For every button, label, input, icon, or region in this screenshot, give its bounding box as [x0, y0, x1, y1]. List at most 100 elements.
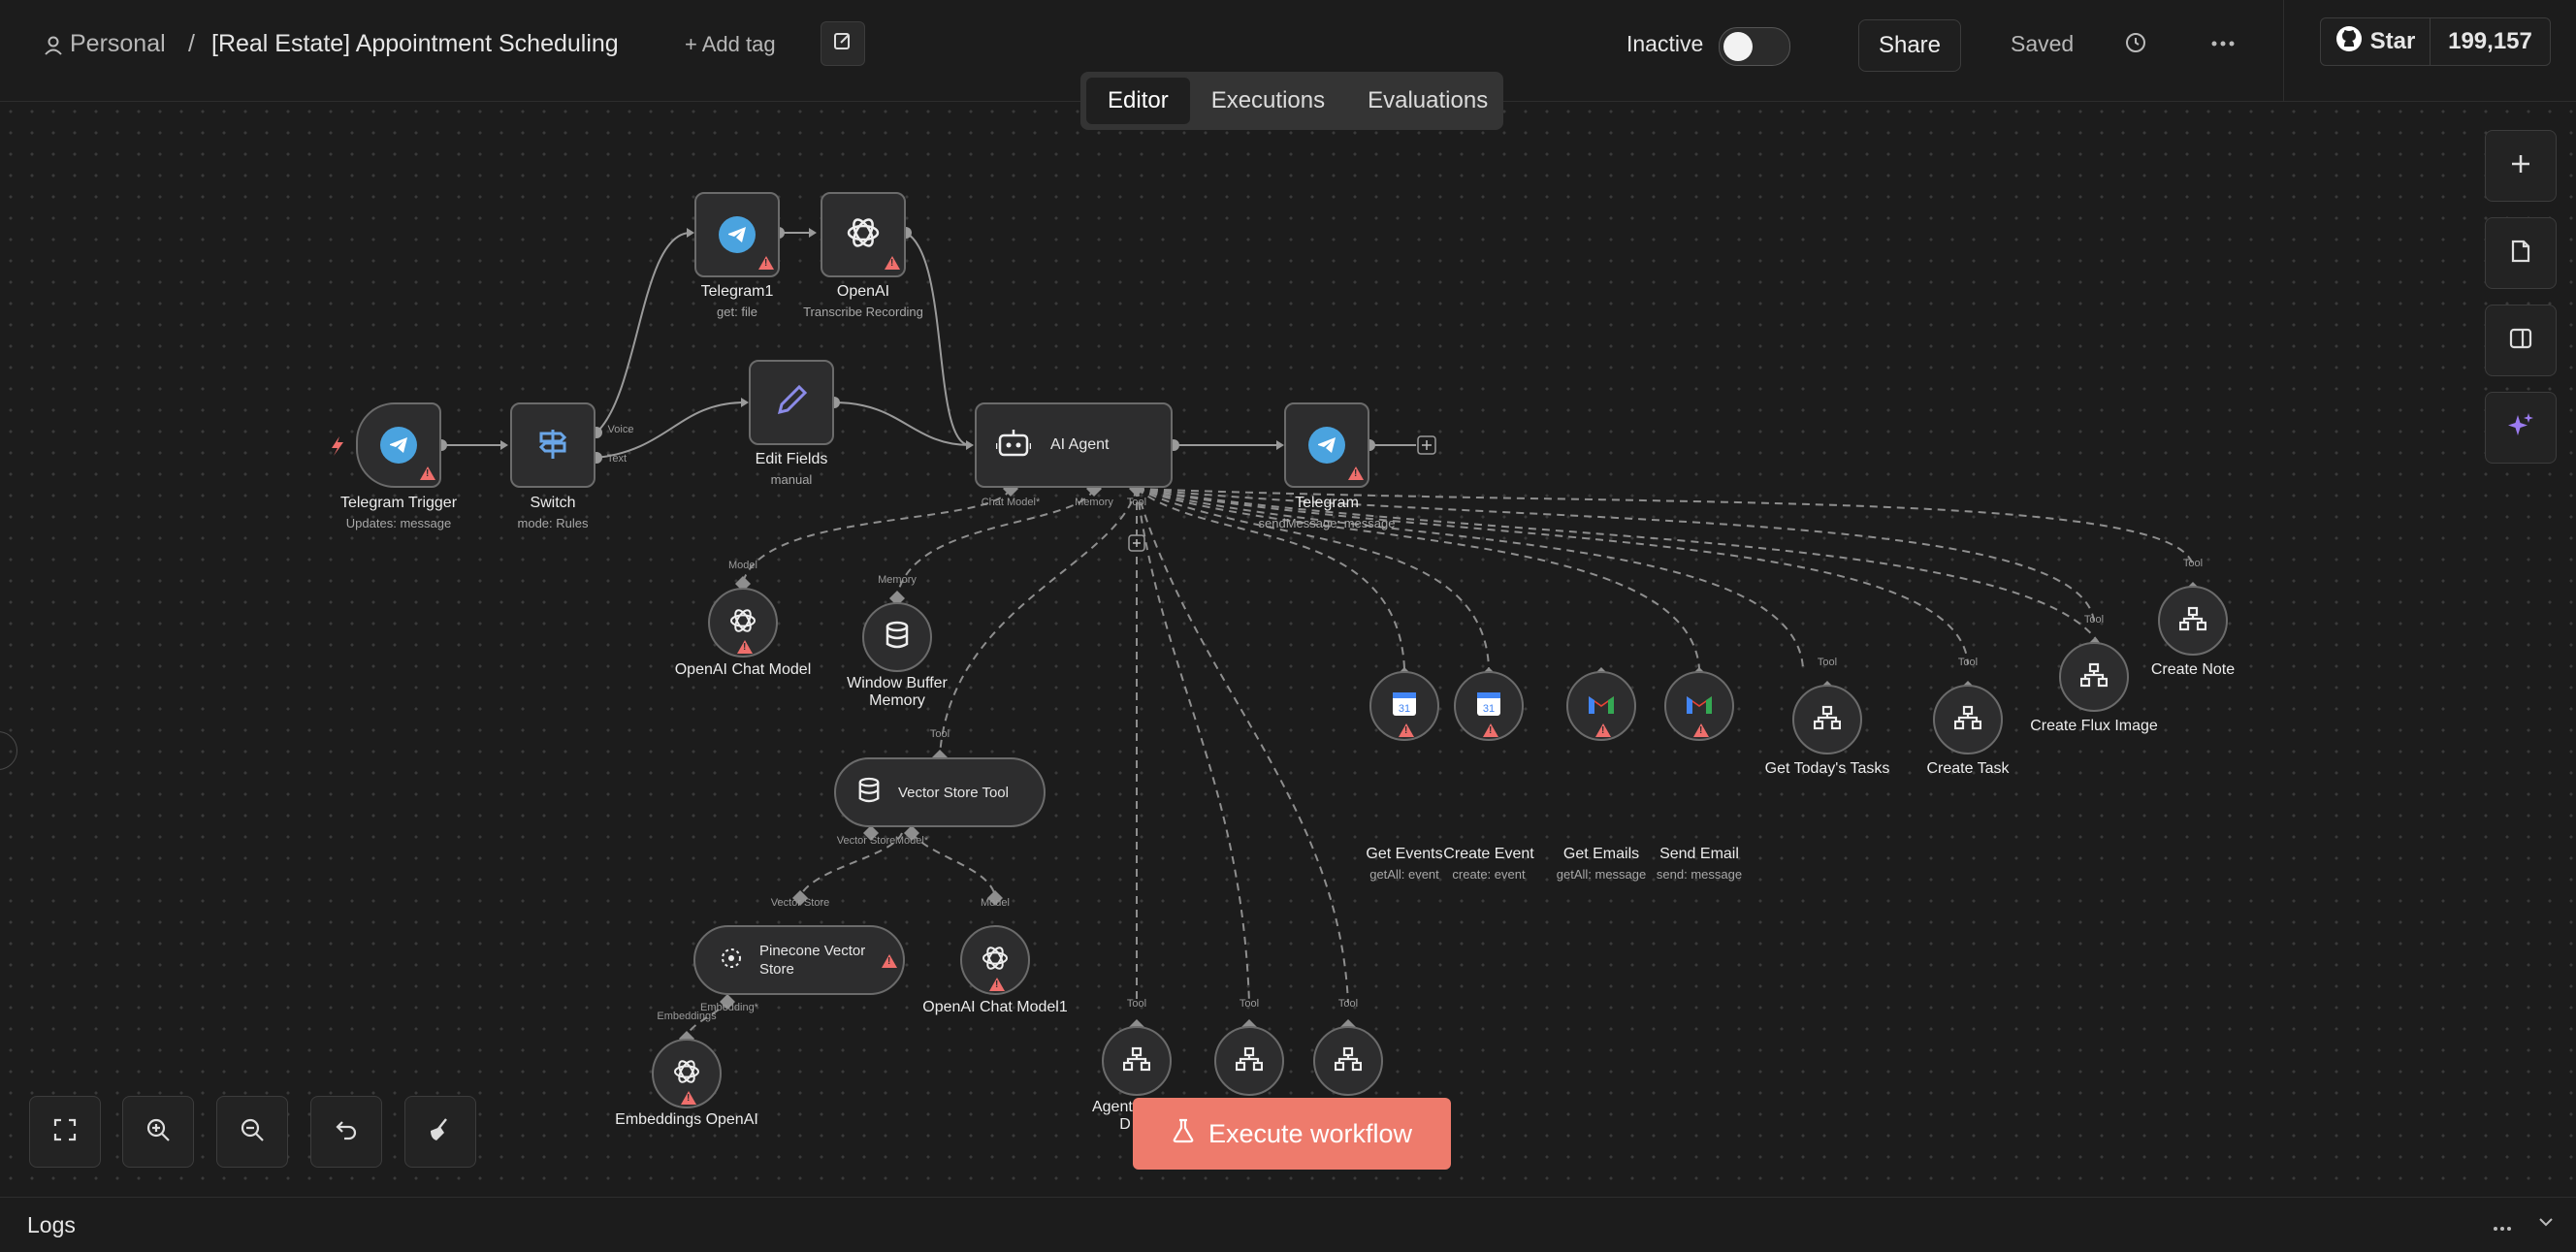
add-tag-button[interactable]: + Add tag [685, 32, 776, 57]
history-icon[interactable] [2124, 31, 2147, 59]
add-node-button[interactable] [2485, 130, 2557, 202]
panel-icon [2509, 328, 2532, 354]
workflow-title[interactable]: [Real Estate] Appointment Scheduling [211, 30, 619, 58]
sparkle-icon [2506, 411, 2535, 445]
warning-icon [737, 640, 753, 654]
workspace-link[interactable]: Personal [70, 30, 166, 58]
port-label-tool: Tool [2182, 558, 2204, 569]
openai-chat-model-node[interactable] [708, 588, 778, 658]
zoom-out-button[interactable] [216, 1096, 288, 1168]
send-email-node[interactable] [1664, 671, 1734, 741]
workflow-canvas[interactable]: Telegram Trigger Updates: message Voice … [0, 101, 2576, 1197]
undo-icon [335, 1118, 358, 1146]
openai-icon [727, 605, 758, 641]
google-calendar-icon: 31 [1475, 690, 1502, 722]
agent-tool-2-node[interactable] [1214, 1026, 1284, 1096]
create-note-node[interactable] [2158, 586, 2228, 656]
ai-agent-node[interactable]: AI Agent [975, 402, 1173, 488]
switch-node[interactable] [510, 402, 596, 488]
telegram-icon [719, 216, 756, 253]
get-todays-tasks-node[interactable] [1792, 685, 1862, 754]
database-icon [857, 777, 881, 809]
edit-note-icon [833, 30, 853, 57]
warning-icon [989, 978, 1005, 991]
view-tabs: Editor Executions Evaluations [1080, 72, 1503, 130]
github-star-label: Star [2369, 28, 2416, 54]
pinecone-vector-store-node[interactable]: Pinecone Vector Store [693, 925, 905, 995]
zoom-to-fit-button[interactable] [29, 1096, 101, 1168]
zoom-in-button[interactable] [122, 1096, 194, 1168]
create-event-node[interactable]: 31 [1454, 671, 1524, 741]
vector-store-tool-node[interactable]: Vector Store Tool [834, 757, 1046, 827]
robot-icon [994, 428, 1033, 464]
broom-icon [427, 1117, 454, 1147]
execute-workflow-button[interactable]: Execute workflow [1133, 1098, 1451, 1170]
telegram-icon [1308, 427, 1345, 464]
openai-chat-model1-node[interactable] [960, 925, 1030, 995]
ai-agent-port-memory: Memory [1075, 497, 1113, 508]
undo-button[interactable] [310, 1096, 382, 1168]
fit-view-icon [53, 1118, 77, 1146]
get-events-node[interactable]: 31 [1369, 671, 1439, 741]
warning-icon [681, 1091, 696, 1105]
telegram1-node[interactable] [694, 192, 780, 277]
ai-assistant-button[interactable] [2485, 392, 2557, 464]
create-flux-image-node[interactable] [2059, 642, 2129, 712]
send-email-label: Send Email [1659, 846, 1739, 862]
toggle-panel-button[interactable] [2485, 305, 2557, 376]
edit-fields-label: Edit Fields [755, 451, 828, 467]
openai-icon [980, 943, 1011, 979]
github-star-button[interactable]: Star [2321, 18, 2431, 65]
get-emails-node[interactable] [1566, 671, 1636, 741]
edit-description-button[interactable] [821, 21, 865, 66]
tab-evaluations[interactable]: Evaluations [1346, 78, 1509, 124]
add-sticky-note-button[interactable] [2485, 217, 2557, 289]
create-flux-image-label: Create Flux Image [2030, 718, 2158, 734]
port-label-model: Model [981, 897, 1010, 909]
more-options-icon[interactable] [2211, 35, 2235, 52]
openai-chat-model1-label: OpenAI Chat Model1 [922, 999, 1068, 1015]
port-label-tool: Tool [2083, 614, 2105, 626]
github-star-count: 199,157 [2448, 28, 2532, 54]
svg-text:31: 31 [1483, 703, 1495, 715]
pinecone-icon [719, 946, 744, 976]
active-toggle[interactable] [1719, 27, 1790, 66]
tab-editor[interactable]: Editor [1086, 78, 1190, 124]
port-label-model-required: Model* [894, 835, 929, 847]
warning-icon [1348, 466, 1364, 480]
logs-more-icon[interactable] [2493, 1219, 2512, 1236]
agent-tool-3-node[interactable] [1313, 1026, 1383, 1096]
get-todays-tasks-label: Get Today's Tasks [1764, 760, 1890, 777]
warning-icon [1693, 723, 1709, 737]
flask-icon [1172, 1118, 1195, 1150]
switch-output-voice: Voice [607, 424, 634, 435]
port-label-memory: Memory [878, 574, 917, 586]
ai-agent-port-tool: Tool [1126, 497, 1147, 508]
sitemap-icon [2079, 662, 2109, 692]
tidy-up-button[interactable] [404, 1096, 476, 1168]
chevron-down-icon[interactable] [2538, 1215, 2554, 1233]
port-label-vector-store: Vector Store [836, 835, 896, 847]
openai-label: OpenAI [836, 283, 890, 300]
pinecone-label: Pinecone Vector Store [759, 943, 866, 978]
create-task-node[interactable] [1933, 685, 2003, 754]
github-star-widget[interactable]: Star 199,157 [2320, 17, 2551, 66]
agent-tool-1-node[interactable] [1102, 1026, 1172, 1096]
agent-tool-1-label2: D [1119, 1116, 1131, 1133]
telegram-trigger-label: Telegram Trigger [339, 495, 458, 511]
tab-executions[interactable]: Executions [1190, 78, 1346, 124]
share-button[interactable]: Share [1858, 19, 1961, 72]
pencil-icon [772, 381, 811, 425]
edit-fields-node[interactable] [749, 360, 834, 445]
telegram-trigger-node[interactable] [356, 402, 441, 488]
logs-panel-bar[interactable]: Logs [0, 1197, 2576, 1252]
switch-label: Switch [530, 495, 576, 511]
openai-node[interactable] [821, 192, 906, 277]
zoom-out-icon [240, 1117, 265, 1147]
header-divider [2283, 0, 2284, 101]
telegram-node[interactable] [1284, 402, 1369, 488]
github-icon [2335, 25, 2363, 59]
sitemap-icon [1953, 705, 1982, 735]
embeddings-openai-node[interactable] [652, 1039, 722, 1108]
window-buffer-memory-node[interactable] [862, 602, 932, 672]
